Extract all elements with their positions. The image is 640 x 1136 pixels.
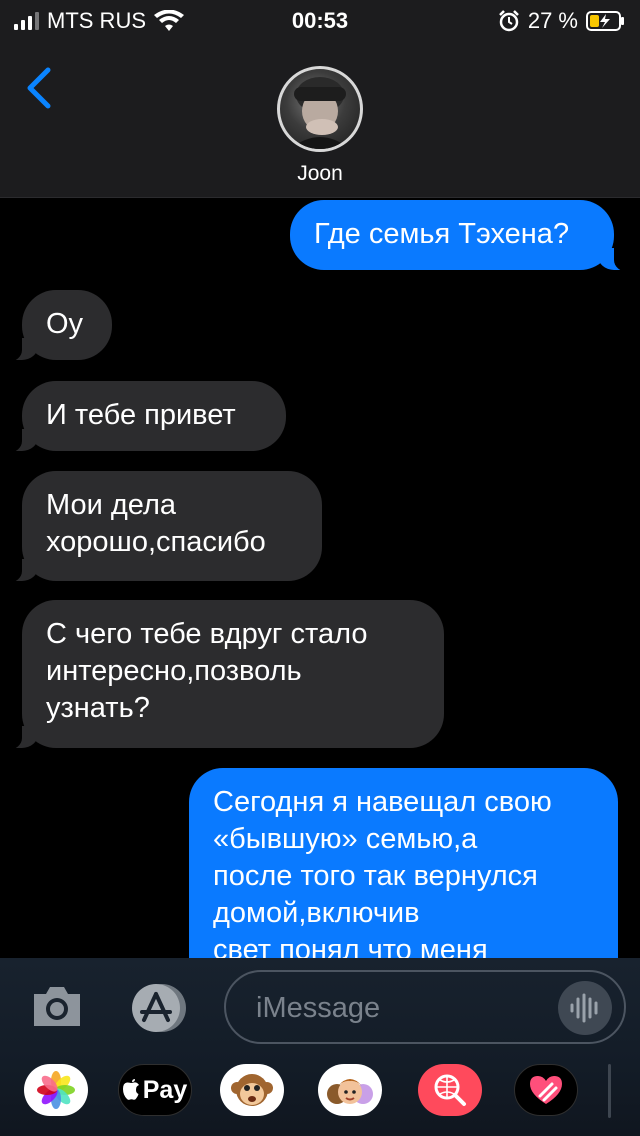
- globe-search-icon: [434, 1074, 466, 1106]
- message-text: хорошо,спасибо: [46, 526, 266, 558]
- message-text: Где семья Тэхена?: [314, 218, 570, 250]
- message-text: Сегодня я навещал свою: [213, 786, 552, 818]
- photos-icon: [37, 1071, 75, 1109]
- message-text: С чего тебе вдруг стало: [46, 618, 368, 650]
- message-text: Оу: [46, 308, 84, 340]
- message-text: И тебе привет: [46, 399, 236, 431]
- monkey-emoji-icon: [231, 1074, 273, 1106]
- conversation-header: MTS RUS 00:53 27 % Joon: [0, 0, 640, 198]
- message-text: интересно,позволь: [46, 655, 302, 687]
- camera-button[interactable]: [30, 982, 84, 1030]
- waveform-icon: [570, 993, 598, 1023]
- message-input-placeholder: iMessage: [256, 992, 381, 1024]
- animoji-app-button[interactable]: [220, 1064, 284, 1116]
- memoji-app-button[interactable]: [318, 1064, 382, 1116]
- back-button[interactable]: [24, 66, 64, 110]
- app-store-icon: [132, 984, 186, 1032]
- message-text: Мои дела: [46, 489, 177, 521]
- message-bubble-incoming[interactable]: С чего тебе вдруг стало интересно,позвол…: [6, 600, 444, 750]
- composer-bar: iMessage Pay: [0, 958, 640, 1136]
- apple-pay-button[interactable]: Pay: [118, 1064, 192, 1116]
- alarm-icon: [498, 10, 519, 32]
- contact-avatar[interactable]: [277, 66, 363, 152]
- app-store-button[interactable]: [126, 980, 190, 1036]
- photos-app-button[interactable]: [24, 1064, 88, 1116]
- status-right: 27 %: [498, 8, 626, 34]
- message-text: домой,включив: [213, 897, 420, 929]
- message-bubble-outgoing[interactable]: Где семья Тэхена?: [290, 200, 630, 272]
- app-drawer: Pay: [0, 1054, 640, 1128]
- app-drawer-divider: [608, 1064, 611, 1118]
- message-bubble-incoming[interactable]: И тебе привет: [6, 381, 286, 453]
- images-search-app-button[interactable]: [418, 1064, 482, 1116]
- digital-touch-app-button[interactable]: [514, 1064, 578, 1116]
- chevron-left-icon: [27, 67, 51, 109]
- battery-percent: 27 %: [527, 8, 578, 33]
- heart-touch-icon: [530, 1076, 562, 1104]
- message-bubble-incoming[interactable]: Оу: [6, 290, 112, 362]
- message-input[interactable]: iMessage: [224, 970, 626, 1044]
- battery-charging-icon: [586, 11, 624, 31]
- message-text: узнать?: [46, 692, 150, 724]
- status-bar: MTS RUS 00:53 27 %: [0, 0, 640, 40]
- audio-message-button[interactable]: [558, 981, 612, 1035]
- message-text: «бывшую» семью,а: [213, 823, 478, 855]
- memoji-icon: [327, 1079, 373, 1104]
- contact-photo: [290, 77, 350, 149]
- message-text: после того так вернулся: [213, 860, 538, 892]
- apple-pay-label: Pay: [142, 1075, 188, 1104]
- contact-name[interactable]: Joon: [0, 162, 640, 186]
- camera-icon: [34, 987, 80, 1026]
- message-bubble-incoming[interactable]: Мои дела хорошо,спасибо: [6, 471, 322, 583]
- apple-logo-icon: [122, 1079, 139, 1100]
